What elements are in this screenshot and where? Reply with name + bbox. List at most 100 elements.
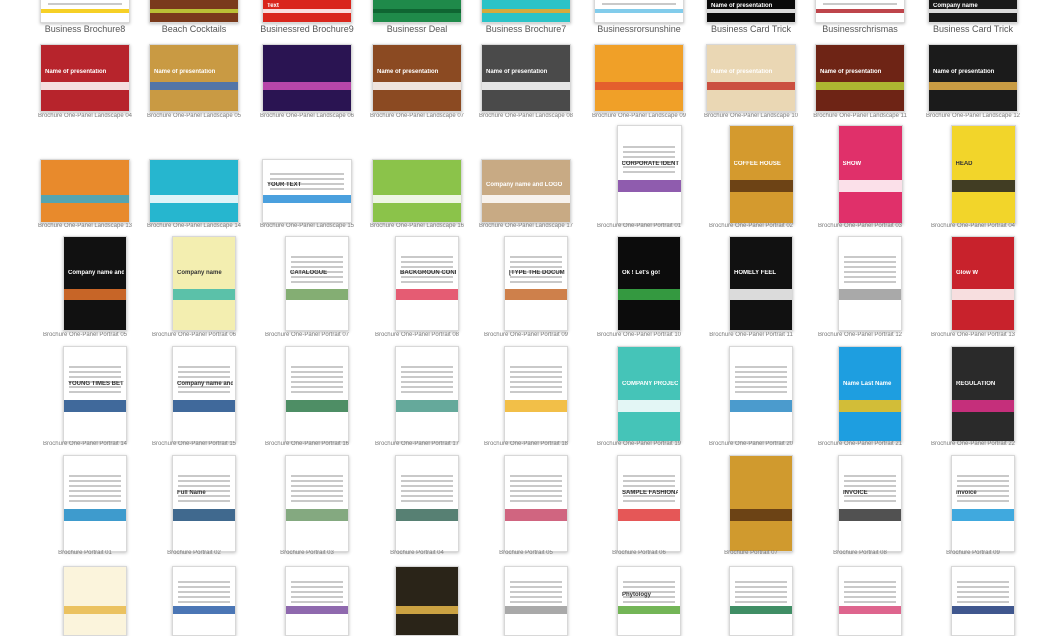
template-tile[interactable] [40, 0, 150, 636]
template-thumbnail[interactable]: Name of presentation [706, 0, 796, 23]
template-caption[interactable]: Brochure One-Panel Landscape 08 [471, 113, 581, 119]
template-caption[interactable]: Brochure One-Panel Portrait 14 [30, 441, 140, 447]
template-thumbnail[interactable] [504, 455, 568, 552]
template-caption[interactable]: Brochure One-Panel Portrait 21 [805, 441, 915, 447]
template-tile[interactable]: Phytology [594, 0, 704, 636]
template-caption[interactable]: Brochure One-Panel Landscape 17 [471, 223, 581, 229]
template-thumbnail[interactable] [395, 566, 459, 636]
template-thumbnail[interactable] [372, 159, 462, 223]
template-thumbnail[interactable]: Phytology [617, 566, 681, 636]
template-tile[interactable] [149, 0, 259, 636]
template-caption[interactable]: Brochure One-Panel Portrait 13 [918, 332, 1028, 338]
template-thumbnail[interactable]: Company name [172, 236, 236, 331]
template-thumbnail[interactable] [838, 236, 902, 331]
template-thumbnail[interactable]: Name Last Name [838, 346, 902, 442]
template-thumbnail[interactable]: BACKGROUN CONFETTI [395, 236, 459, 331]
template-tile[interactable] [706, 0, 816, 636]
template-thumbnail[interactable] [395, 346, 459, 442]
template-caption[interactable]: Brochure Portrait 07 [696, 550, 806, 556]
template-caption[interactable]: Brochure One-Panel Portrait 12 [805, 332, 915, 338]
template-thumbnail[interactable] [815, 0, 905, 23]
template-caption[interactable]: Businessr Deal [362, 24, 472, 34]
template-caption[interactable]: Brochure Portrait 04 [362, 550, 472, 556]
template-caption[interactable]: Brochure One-Panel Landscape 12 [918, 113, 1028, 119]
template-caption[interactable]: Brochure One-Panel Portrait 09 [471, 332, 581, 338]
template-thumbnail[interactable] [63, 455, 127, 552]
template-thumbnail[interactable] [285, 566, 349, 636]
template-thumbnail[interactable]: YOUNG TIMES BETTER [63, 346, 127, 442]
template-thumbnail[interactable]: Full Name [172, 455, 236, 552]
template-caption[interactable]: Beach Cocktails [139, 24, 249, 34]
template-caption[interactable]: Businessrchrismas [805, 24, 915, 34]
template-caption[interactable]: Brochure One-Panel Landscape 14 [139, 223, 249, 229]
template-thumbnail[interactable]: Company name [928, 0, 1018, 23]
template-caption[interactable]: Brochure One-Panel Portrait 18 [471, 441, 581, 447]
template-caption[interactable]: Brochure One-Panel Portrait 22 [918, 441, 1028, 447]
template-caption[interactable]: Brochure One-Panel Portrait 05 [30, 332, 140, 338]
template-thumbnail[interactable] [149, 0, 239, 23]
template-thumbnail[interactable]: Name of presentation [706, 44, 796, 112]
template-caption[interactable]: Brochure Portrait 09 [918, 550, 1028, 556]
template-caption[interactable]: Business Card Trick [918, 24, 1028, 34]
template-thumbnail[interactable]: Name of presentation [149, 44, 239, 112]
template-thumbnail[interactable]: COMPANY PROJECT [617, 346, 681, 442]
template-caption[interactable]: Brochure Portrait 01 [30, 550, 140, 556]
template-thumbnail[interactable]: HOMELY FEEL [729, 236, 793, 331]
template-caption[interactable]: Brochure One-Panel Portrait 04 [918, 223, 1028, 229]
template-thumbnail[interactable] [149, 159, 239, 223]
template-tile[interactable] [372, 0, 482, 636]
template-caption[interactable]: Brochure One-Panel Portrait 20 [696, 441, 806, 447]
template-caption[interactable]: Brochure Portrait 02 [139, 550, 249, 556]
template-thumbnail[interactable]: Text [262, 0, 352, 23]
template-thumbnail[interactable]: invoice [951, 455, 1015, 552]
template-thumbnail[interactable] [285, 346, 349, 442]
template-thumbnail[interactable]: Name of presentation [40, 44, 130, 112]
template-thumbnail[interactable] [729, 455, 793, 552]
template-thumbnail[interactable] [285, 455, 349, 552]
template-thumbnail[interactable] [838, 566, 902, 636]
template-caption[interactable]: Business Brochure7 [471, 24, 581, 34]
template-thumbnail[interactable]: Name of presentation [481, 44, 571, 112]
template-caption[interactable]: Business Brochure8 [30, 24, 140, 34]
template-tile[interactable] [928, 0, 1038, 636]
template-caption[interactable]: Brochure One-Panel Landscape 09 [584, 113, 694, 119]
template-caption[interactable]: Businessred Brochure9 [252, 24, 362, 34]
template-caption[interactable]: Brochure Portrait 05 [471, 550, 581, 556]
template-thumbnail[interactable] [594, 44, 684, 112]
template-caption[interactable]: Brochure One-Panel Portrait 15 [139, 441, 249, 447]
template-thumbnail[interactable] [504, 346, 568, 442]
template-caption[interactable]: Brochure One-Panel Portrait 08 [362, 332, 472, 338]
template-caption[interactable]: Brochure Portrait 06 [584, 550, 694, 556]
template-caption[interactable]: Brochure One-Panel Portrait 19 [584, 441, 694, 447]
template-thumbnail[interactable]: COFFEE HOUSE [728, 125, 794, 224]
template-thumbnail[interactable]: Glow W [951, 236, 1015, 331]
template-caption[interactable]: Brochure One-Panel Landscape 07 [362, 113, 472, 119]
template-thumbnail[interactable] [594, 0, 684, 23]
template-caption[interactable]: Brochure One-Panel Landscape 15 [252, 223, 362, 229]
template-thumbnail[interactable] [395, 455, 459, 552]
template-thumbnail[interactable]: HEAD [950, 125, 1016, 224]
template-thumbnail[interactable] [63, 566, 127, 636]
template-caption[interactable]: Business Card Trick [696, 24, 806, 34]
template-thumbnail[interactable]: Company name and LOGO [63, 236, 127, 331]
template-caption[interactable]: Brochure One-Panel Landscape 16 [362, 223, 472, 229]
template-thumbnail[interactable] [40, 0, 130, 23]
template-tile[interactable] [815, 0, 925, 636]
template-caption[interactable]: Brochure One-Panel Landscape 06 [252, 113, 362, 119]
template-caption[interactable]: Brochure Portrait 03 [252, 550, 362, 556]
template-thumbnail[interactable] [40, 159, 130, 223]
template-thumbnail[interactable]: Ok ! Let's go! [617, 236, 681, 331]
template-caption[interactable]: Brochure One-Panel Landscape 10 [696, 113, 806, 119]
template-caption[interactable]: Brochure One-Panel Portrait 16 [252, 441, 362, 447]
template-tile[interactable] [262, 0, 372, 636]
template-thumbnail[interactable]: Company name and LOGO [481, 159, 571, 223]
template-thumbnail[interactable]: SHOW [837, 125, 903, 224]
template-thumbnail[interactable]: INVOICE [838, 455, 902, 552]
template-thumbnail[interactable]: Name of presentation [372, 44, 462, 112]
template-thumbnail[interactable]: Name of presentation [815, 44, 905, 112]
template-caption[interactable]: Brochure One-Panel Portrait 02 [696, 223, 806, 229]
template-caption[interactable]: Brochure One-Panel Portrait 10 [584, 332, 694, 338]
template-thumbnail[interactable] [504, 566, 568, 636]
template-thumbnail[interactable] [729, 566, 793, 636]
template-thumbnail[interactable]: SAMPLE FASHIONABLY [617, 455, 681, 552]
